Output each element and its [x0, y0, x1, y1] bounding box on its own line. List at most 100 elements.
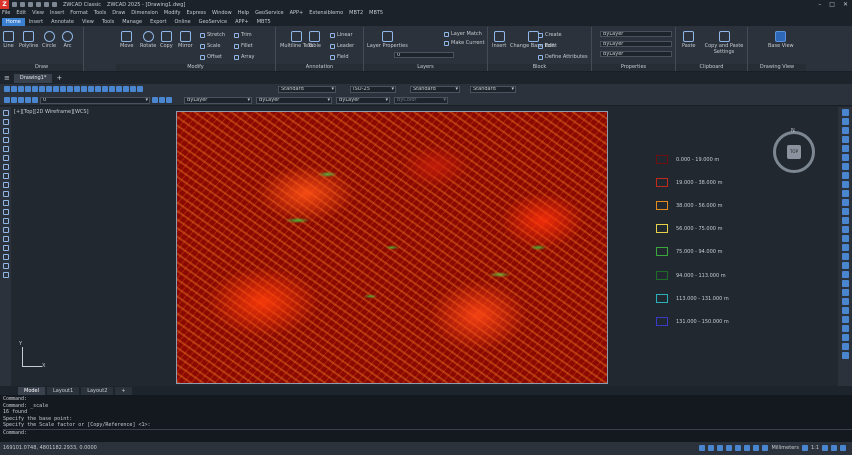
tab-annotate[interactable]: Annotate — [47, 18, 78, 26]
clipboard-panel-title[interactable]: Clipboard — [676, 64, 747, 71]
array-button[interactable]: Array — [234, 54, 254, 60]
layer-properties-button[interactable]: Layer Properties — [367, 31, 408, 49]
center-mark-icon[interactable] — [841, 325, 849, 332]
viewcube-icon[interactable]: TOP — [787, 145, 801, 159]
close-icon[interactable]: ✕ — [843, 1, 848, 8]
menu-insert[interactable]: Insert — [50, 10, 64, 16]
elevation-raster-image[interactable] — [176, 111, 608, 384]
units-label[interactable]: Millimeters — [771, 445, 799, 451]
leader-button[interactable]: Leader — [330, 43, 354, 49]
region-tool-icon[interactable] — [2, 254, 9, 260]
offset-button[interactable]: Offset — [200, 54, 222, 60]
app-logo-icon[interactable]: Z — [0, 0, 9, 9]
drawing-viewport[interactable]: [+][Top][2D Wireframe][WCS] N TOP 0.000 … — [11, 107, 838, 386]
tab-home[interactable]: Home — [2, 18, 25, 26]
tab-view[interactable]: View — [78, 18, 98, 26]
pan-icon[interactable] — [81, 86, 87, 92]
undo-icon[interactable] — [36, 2, 41, 7]
tab-insert[interactable]: Insert — [25, 18, 47, 26]
color-toolbar-dropdown[interactable]: ByLayer — [184, 97, 252, 104]
linetype-toolbar-dropdown[interactable]: ByLayer — [256, 97, 332, 104]
dynamic-input-icon[interactable] — [762, 445, 769, 451]
table-style-dropdown[interactable]: Standard — [410, 86, 460, 93]
dimtedit-icon[interactable] — [841, 343, 849, 350]
calculator-icon[interactable] — [130, 86, 136, 92]
id-icon[interactable] — [841, 280, 849, 287]
lock-icon[interactable] — [32, 97, 38, 103]
circle-tool-icon[interactable] — [2, 164, 9, 170]
maximize-icon[interactable]: □ — [829, 1, 835, 8]
tool-palette-icon[interactable] — [123, 86, 129, 92]
edit-block-button[interactable]: Edit — [538, 43, 555, 49]
otrack-icon[interactable] — [744, 445, 751, 451]
fillet-obj-icon[interactable] — [841, 235, 849, 242]
scale-button[interactable]: Scale — [200, 43, 220, 49]
make-block-tool-icon[interactable] — [2, 218, 9, 224]
properties-panel-title[interactable]: Properties — [592, 64, 675, 71]
properties-icon[interactable] — [109, 86, 115, 92]
create-block-button[interactable]: Create — [538, 32, 562, 38]
lineweight-toolbar-dropdown[interactable]: ByLayer — [336, 97, 390, 104]
circle-button[interactable]: Circle — [42, 31, 56, 49]
workspace-icon[interactable] — [822, 445, 828, 451]
design-center-icon[interactable] — [116, 86, 122, 92]
menu-help[interactable]: Help — [238, 10, 249, 16]
save-icon[interactable] — [18, 86, 24, 92]
mtext-tool-icon[interactable] — [2, 272, 9, 278]
dist-icon[interactable] — [841, 253, 849, 260]
rotate-obj-icon[interactable] — [841, 163, 849, 170]
viewcube-compass[interactable]: N TOP — [773, 128, 815, 173]
tab-layout1[interactable]: Layout1 — [47, 386, 80, 395]
light-bulb-icon[interactable] — [18, 97, 24, 103]
paste-button[interactable]: Paste — [682, 31, 696, 49]
modify-panel-title[interactable]: Modify — [116, 64, 275, 71]
make-current-button[interactable]: Make Current — [444, 40, 485, 46]
make-object-layer-current-icon[interactable] — [152, 97, 158, 103]
draw-panel-title[interactable]: Draw — [0, 64, 83, 71]
new-icon[interactable] — [4, 86, 10, 92]
break-obj-icon[interactable] — [841, 208, 849, 215]
linear-button[interactable]: Linear — [330, 32, 353, 38]
copy-paste-settings-button[interactable]: Copy and Paste Settings — [702, 31, 746, 55]
osnap-icon[interactable] — [841, 289, 849, 296]
grid-icon[interactable] — [699, 445, 706, 451]
menu-file[interactable]: File — [2, 10, 10, 16]
menu-edit[interactable]: Edit — [16, 10, 26, 16]
tab-layout2[interactable]: Layout2 — [81, 386, 114, 395]
stretch-obj-icon[interactable] — [841, 181, 849, 188]
redo-icon[interactable] — [44, 2, 49, 7]
menu-window[interactable]: Window — [212, 10, 232, 16]
fullscreen-icon[interactable] — [840, 445, 846, 451]
menu-extensiblemo[interactable]: Extensiblemo — [309, 10, 343, 16]
tab-geoservice[interactable]: GeoService — [195, 18, 232, 26]
tab-online[interactable]: Online — [170, 18, 194, 26]
scale-label[interactable]: 1:1 — [811, 445, 819, 451]
menu-geoservice[interactable]: GeoService — [255, 10, 284, 16]
insert-block-tool-icon[interactable] — [2, 209, 9, 215]
match-prop-icon[interactable] — [60, 86, 66, 92]
move-button[interactable]: Move — [120, 31, 133, 49]
ortho-icon[interactable] — [717, 445, 724, 451]
open-icon[interactable] — [11, 86, 17, 92]
mirror-obj-icon[interactable] — [841, 127, 849, 134]
command-window[interactable]: Command: Command: _scale 16 found Specif… — [0, 395, 852, 442]
open-file-icon[interactable] — [20, 2, 25, 7]
line-button[interactable]: Line — [3, 31, 14, 49]
fillet-button[interactable]: Fillet — [234, 43, 253, 49]
paste-clip-icon[interactable] — [53, 86, 59, 92]
copy-button[interactable]: Copy — [160, 31, 173, 49]
tab-model[interactable]: Model — [18, 386, 46, 395]
annotation-panel-title[interactable]: Annotation — [276, 64, 363, 71]
tab-manage[interactable]: Manage — [118, 18, 146, 26]
tab-tools[interactable]: Tools — [98, 18, 118, 26]
text-style-dropdown[interactable]: Standard — [278, 86, 336, 93]
lineweight-dropdown[interactable]: ByLayer — [600, 51, 672, 57]
plotstyle-toolbar-dropdown[interactable]: ByColor — [394, 97, 448, 104]
dimstyle-icon[interactable] — [841, 352, 849, 359]
redo-icon[interactable] — [74, 86, 80, 92]
table-tool-icon[interactable] — [2, 263, 9, 269]
spline-tool-icon[interactable] — [2, 182, 9, 188]
menu-express[interactable]: Express — [186, 10, 206, 16]
join-obj-icon[interactable] — [841, 217, 849, 224]
menu-tools[interactable]: Tools — [94, 10, 106, 16]
